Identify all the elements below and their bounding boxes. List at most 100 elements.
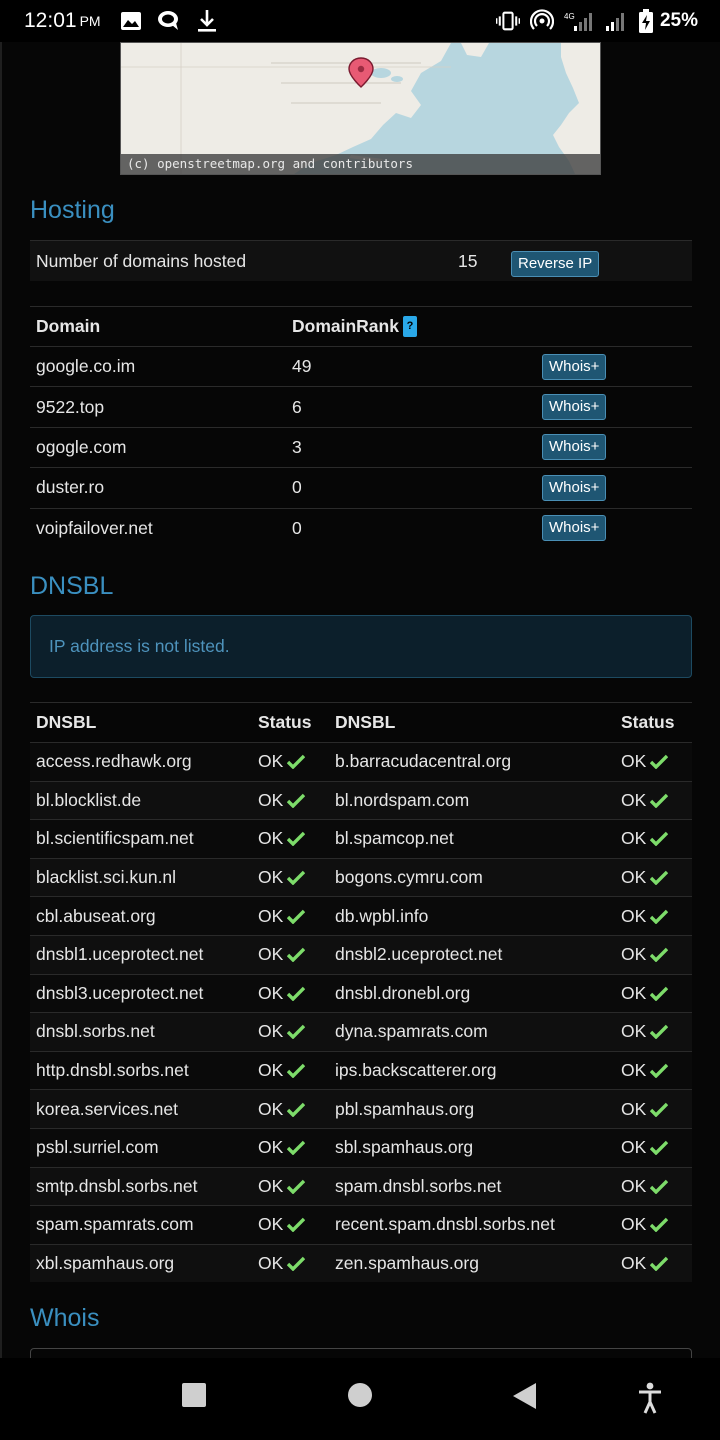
dnsbl-name: spam.dnsbl.sorbs.net: [335, 1175, 502, 1196]
dnsbl-name: dnsbl.dronebl.org: [335, 982, 471, 1003]
status-text: OK: [621, 867, 647, 888]
check-icon: [650, 1179, 669, 1194]
domain-actions: Whois+: [542, 434, 692, 461]
dnsbl-row: psbl.surriel.com OK sbl.spamhaus.org OK: [30, 1127, 692, 1167]
dnsbl-row: dnsbl.sorbs.net OK dyna.spamrats.com OK: [30, 1012, 692, 1051]
col-domainrank-label: DomainRank: [292, 315, 399, 336]
dnsbl-row: bl.blocklist.de OK bl.nordspam.com OK: [30, 780, 692, 820]
status-text: OK: [621, 1021, 647, 1042]
image-icon: [119, 9, 143, 33]
dnsbl-status: OK: [252, 828, 329, 849]
status-text: OK: [621, 944, 647, 965]
dnsbl-row: dnsbl3.uceprotect.net OK dnsbl.dronebl.org…: [30, 973, 692, 1013]
col-status-b: Status: [621, 712, 675, 732]
status-text: OK: [621, 1137, 647, 1158]
home-button[interactable]: [347, 1382, 373, 1413]
dnsbl-status: OK: [615, 983, 692, 1004]
reverse-ip-button[interactable]: Reverse IP: [511, 251, 600, 277]
dnsbl-name: access.redhawk.org: [36, 751, 192, 772]
status-text: OK: [258, 828, 284, 849]
status-text: OK: [258, 1214, 284, 1235]
chat-icon: [157, 9, 181, 33]
dnsbl-status: OK: [252, 1214, 329, 1235]
domain-name: google.co.im: [36, 356, 136, 377]
whois-button[interactable]: Whois+: [542, 474, 607, 501]
col-domainrank: DomainRank?: [286, 316, 542, 338]
dnsbl-status: OK: [615, 944, 692, 965]
dnsbl-header-row: DNSBL Status DNSBL Status: [30, 702, 692, 742]
back-button[interactable]: [512, 1382, 538, 1415]
domain-name: duster.ro: [36, 477, 105, 498]
whois-button[interactable]: Whois+: [542, 394, 607, 421]
dnsbl-name: bl.spamcop.net: [335, 828, 454, 849]
dnsbl-name: psbl.surriel.com: [36, 1137, 159, 1158]
dnsbl-name: spam.spamrats.com: [36, 1214, 194, 1235]
dnsbl-row: spam.spamrats.com OK recent.spam.dnsbl.sor…: [30, 1205, 692, 1244]
check-icon: [287, 1179, 306, 1194]
status-text: OK: [258, 1175, 284, 1196]
battery-charging-icon: [638, 9, 654, 33]
dnsbl-status: OK: [615, 1021, 692, 1042]
status-text: OK: [621, 1175, 647, 1196]
dnsbl-name: b.barracudacentral.org: [335, 751, 512, 772]
dnsbl-status: OK: [615, 867, 692, 888]
dnsbl-row: cbl.abuseat.org OK db.wpbl.info OK: [30, 896, 692, 935]
status-text: OK: [621, 982, 647, 1003]
dnsbl-name: dnsbl.sorbs.net: [36, 1021, 155, 1042]
location-map[interactable]: (c) openstreetmap.org and contributors: [120, 42, 601, 175]
status-text: OK: [621, 1214, 647, 1235]
status-text: OK: [258, 982, 284, 1003]
dnsbl-row: bl.scientificspam.net OK bl.spamcop.net OK: [30, 819, 692, 858]
col-status-a: Status: [258, 712, 312, 732]
dnsbl-status: OK: [252, 1253, 329, 1274]
dnsbl-status: OK: [615, 751, 692, 772]
page-content[interactable]: (c) openstreetmap.org and contributors H…: [0, 42, 720, 1358]
dnsbl-name: ips.backscatterer.org: [335, 1060, 497, 1081]
dnsbl-notice: IP address is not listed.: [30, 615, 692, 678]
status-bar: 12:01 PM 4G 25%: [0, 0, 720, 42]
check-icon: [287, 986, 306, 1001]
dnsbl-status: OK: [615, 1253, 692, 1274]
dnsbl-name: bogons.cymru.com: [335, 867, 483, 888]
dnsbl-status: OK: [252, 906, 329, 927]
whois-heading: Whois: [30, 1304, 100, 1332]
dnsbl-status: OK: [615, 828, 692, 849]
status-text: OK: [258, 751, 284, 772]
whois-button[interactable]: Whois+: [542, 515, 607, 542]
check-icon: [287, 755, 306, 770]
help-badge[interactable]: ?: [402, 316, 417, 338]
check-icon: [287, 948, 306, 963]
dnsbl-name: blacklist.sci.kun.nl: [36, 867, 177, 888]
battery-percent: 25%: [659, 10, 698, 31]
status-text: OK: [258, 867, 284, 888]
clock-ampm: PM: [79, 13, 101, 29]
status-text: OK: [621, 751, 647, 772]
dnsbl-row: blacklist.sci.kun.nl OK bogons.cymru.com OK: [30, 857, 692, 897]
status-text: OK: [621, 828, 647, 849]
domain-actions: Whois+: [542, 353, 692, 380]
col-domain: Domain: [36, 316, 101, 336]
check-icon: [287, 1218, 306, 1233]
whois-button[interactable]: Whois+: [542, 434, 607, 461]
hosting-heading: Hosting: [30, 196, 115, 224]
dnsbl-row: http.dnsbl.sorbs.net OK ips.backscatterer.…: [30, 1050, 692, 1090]
whois-button[interactable]: Whois+: [542, 353, 607, 380]
recents-button[interactable]: [181, 1382, 207, 1413]
check-icon: [650, 1063, 669, 1079]
dnsbl-name: korea.services.net: [36, 1098, 179, 1119]
check-icon: [287, 909, 306, 924]
col-dnsbl-a: DNSBL: [36, 712, 97, 732]
status-text: OK: [258, 1060, 284, 1081]
check-icon: [287, 1025, 306, 1040]
status-text: OK: [621, 1253, 647, 1274]
dnsbl-name: sbl.spamhaus.org: [335, 1137, 474, 1158]
dnsbl-name: bl.nordspam.com: [335, 789, 470, 810]
dnsbl-name: dnsbl3.uceprotect.net: [36, 982, 204, 1003]
status-text: OK: [621, 905, 647, 926]
check-icon: [287, 1063, 306, 1079]
dnsbl-status: OK: [252, 790, 329, 811]
dnsbl-row: xbl.spamhaus.org OK zen.spamhaus.org OK: [30, 1243, 692, 1283]
accessibility-icon[interactable]: [637, 1382, 663, 1419]
dnsbl-name: db.wpbl.info: [335, 905, 429, 926]
status-text: OK: [621, 1060, 647, 1081]
